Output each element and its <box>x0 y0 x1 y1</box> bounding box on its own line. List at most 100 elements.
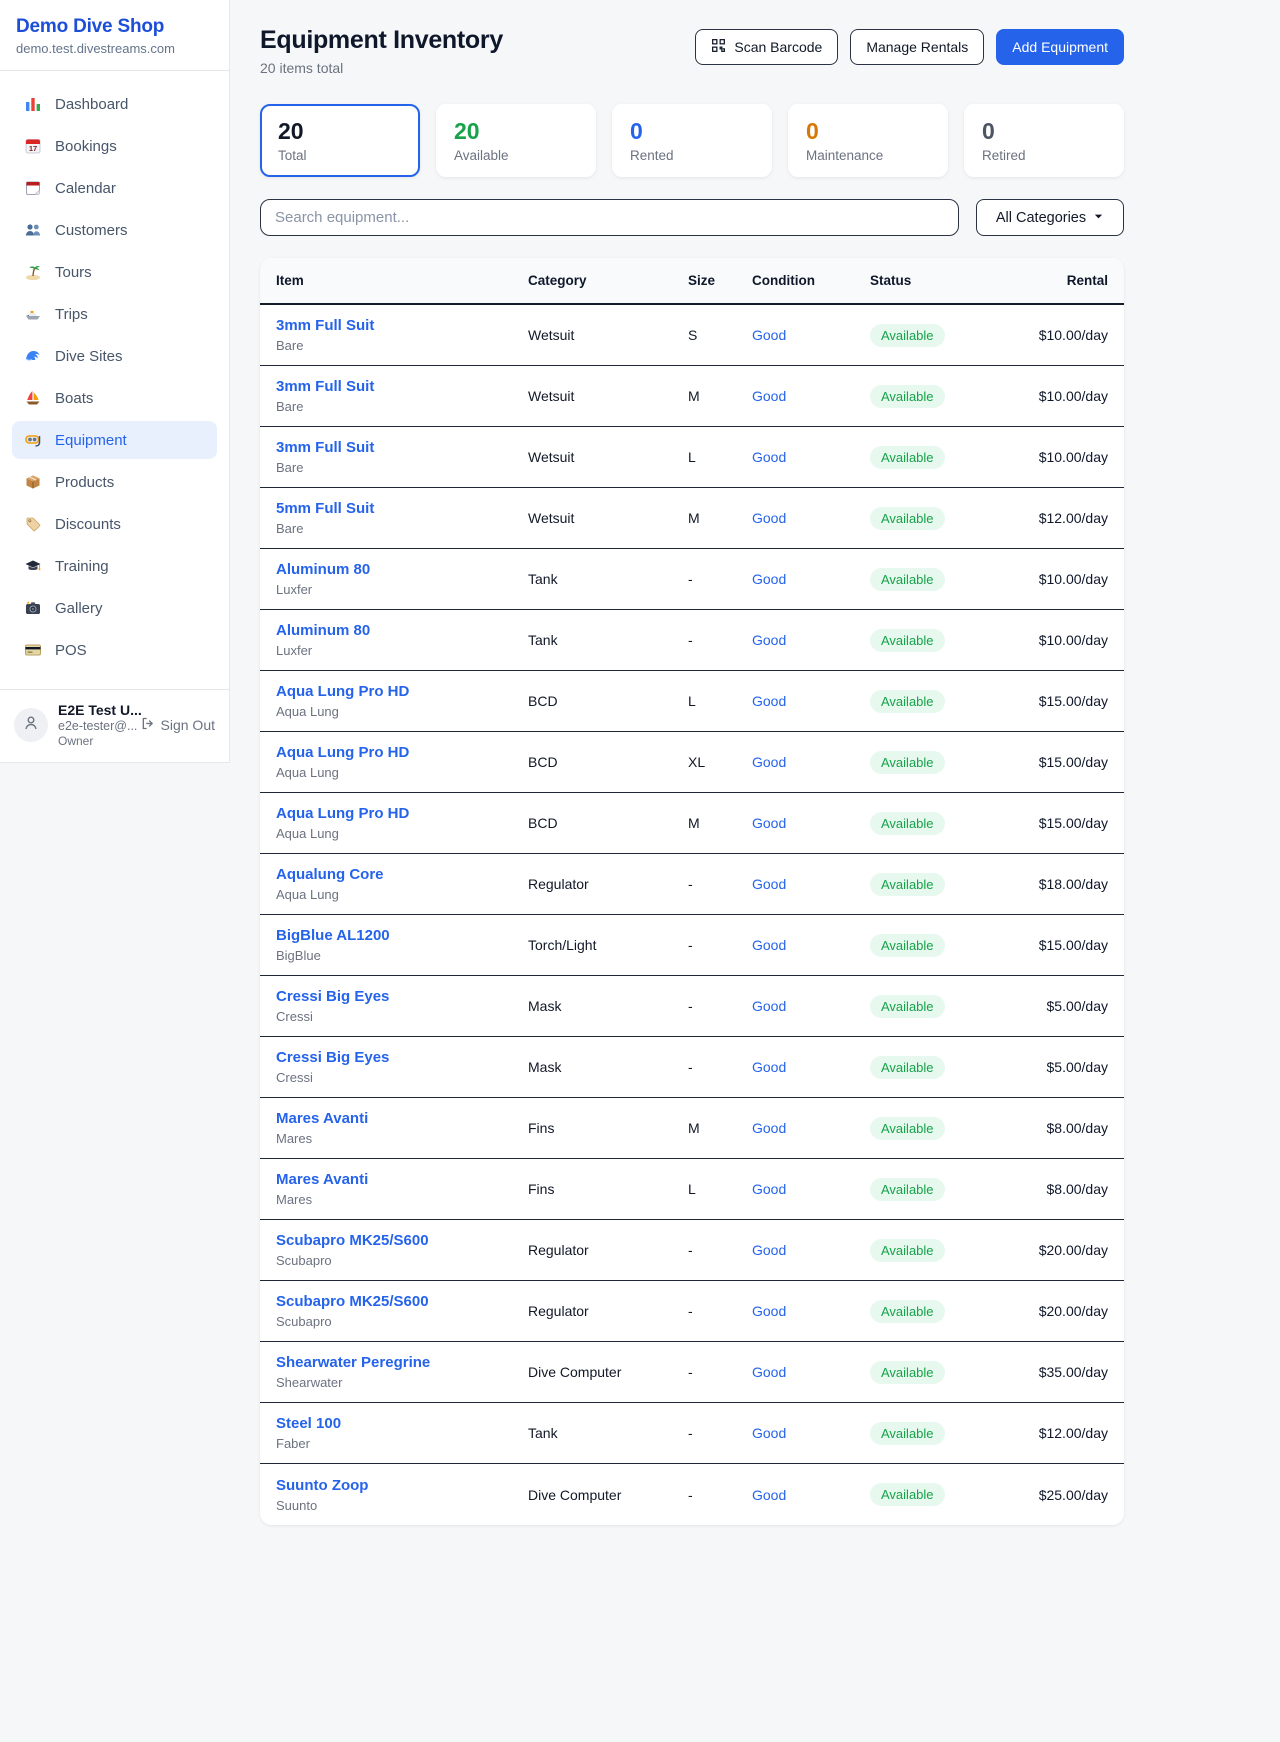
item-name-link[interactable]: 3mm Full Suit <box>276 378 528 395</box>
item-condition-link[interactable]: Good <box>752 1242 786 1258</box>
item-name-link[interactable]: Suunto Zoop <box>276 1477 528 1494</box>
table-row[interactable]: Aluminum 80 Luxfer Tank - Good Available… <box>260 549 1124 610</box>
item-condition-link[interactable]: Good <box>752 1120 786 1136</box>
sign-out-button[interactable]: Sign Out <box>140 716 215 734</box>
item-name-link[interactable]: BigBlue AL1200 <box>276 927 528 944</box>
sidebar-item-dive-sites[interactable]: Dive Sites <box>12 337 217 375</box>
item-size: - <box>688 1303 752 1319</box>
table-row[interactable]: 3mm Full Suit Bare Wetsuit L Good Availa… <box>260 427 1124 488</box>
item-condition-link[interactable]: Good <box>752 937 786 953</box>
sidebar-item-boats[interactable]: Boats <box>12 379 217 417</box>
item-name-link[interactable]: 5mm Full Suit <box>276 500 528 517</box>
table-row[interactable]: Aqualung Core Aqua Lung Regulator - Good… <box>260 854 1124 915</box>
stat-card-total[interactable]: 20Total <box>260 104 420 177</box>
table-row[interactable]: BigBlue AL1200 BigBlue Torch/Light - Goo… <box>260 915 1124 976</box>
item-name-link[interactable]: Aqua Lung Pro HD <box>276 744 528 761</box>
item-condition-link[interactable]: Good <box>752 632 786 648</box>
sidebar-item-training[interactable]: Training <box>12 547 217 585</box>
sidebar-item-trips[interactable]: Trips <box>12 295 217 333</box>
stat-card-retired[interactable]: 0Retired <box>964 104 1124 177</box>
item-name-link[interactable]: Aqua Lung Pro HD <box>276 683 528 700</box>
sidebar-item-calendar[interactable]: Calendar <box>12 169 217 207</box>
item-condition-link[interactable]: Good <box>752 1181 786 1197</box>
item-condition-link[interactable]: Good <box>752 1059 786 1075</box>
sidebar-item-gallery[interactable]: Gallery <box>12 589 217 627</box>
main-content: Equipment Inventory 20 items total Scan … <box>230 0 1280 1585</box>
category-select[interactable]: All Categories <box>976 199 1124 236</box>
table-row[interactable]: 3mm Full Suit Bare Wetsuit M Good Availa… <box>260 366 1124 427</box>
table-row[interactable]: 5mm Full Suit Bare Wetsuit M Good Availa… <box>260 488 1124 549</box>
item-rental-price: $15.00/day <box>1039 754 1108 770</box>
stat-card-maintenance[interactable]: 0Maintenance <box>788 104 948 177</box>
sidebar-nav: Dashboard 17Bookings Calendar Customers Tour… <box>0 71 229 689</box>
sidebar-item-label: Gallery <box>55 600 103 617</box>
scan-barcode-button[interactable]: Scan Barcode <box>695 29 838 65</box>
stat-card-rented[interactable]: 0Rented <box>612 104 772 177</box>
item-condition-link[interactable]: Good <box>752 327 786 343</box>
stat-card-available[interactable]: 20Available <box>436 104 596 177</box>
table-row[interactable]: Scubapro MK25/S600 Scubapro Regulator - … <box>260 1281 1124 1342</box>
item-condition-link[interactable]: Good <box>752 1303 786 1319</box>
sidebar-item-customers[interactable]: Customers <box>12 211 217 249</box>
table-row[interactable]: Steel 100 Faber Tank - Good Available $1… <box>260 1403 1124 1464</box>
table-row[interactable]: 3mm Full Suit Bare Wetsuit S Good Availa… <box>260 305 1124 366</box>
item-name-link[interactable]: Shearwater Peregrine <box>276 1354 528 1371</box>
item-name-link[interactable]: Scubapro MK25/S600 <box>276 1293 528 1310</box>
item-condition-link[interactable]: Good <box>752 449 786 465</box>
table-row[interactable]: Cressi Big Eyes Cressi Mask - Good Avail… <box>260 1037 1124 1098</box>
sidebar-item-tours[interactable]: Tours <box>12 253 217 291</box>
item-name-link[interactable]: Mares Avanti <box>276 1110 528 1127</box>
status-badge: Available <box>870 812 945 835</box>
table-row[interactable]: Mares Avanti Mares Fins L Good Available… <box>260 1159 1124 1220</box>
item-name-link[interactable]: Cressi Big Eyes <box>276 988 528 1005</box>
item-name-link[interactable]: Mares Avanti <box>276 1171 528 1188</box>
table-row[interactable]: Aqua Lung Pro HD Aqua Lung BCD XL Good A… <box>260 732 1124 793</box>
item-brand: Luxfer <box>276 582 528 597</box>
item-category: Torch/Light <box>528 937 688 953</box>
sidebar-item-equipment[interactable]: Equipment <box>12 421 217 459</box>
table-row[interactable]: Suunto Zoop Suunto Dive Computer - Good … <box>260 1464 1124 1525</box>
item-condition-link[interactable]: Good <box>752 510 786 526</box>
item-condition-link[interactable]: Good <box>752 754 786 770</box>
item-condition-link[interactable]: Good <box>752 1364 786 1380</box>
item-condition-link[interactable]: Good <box>752 815 786 831</box>
table-row[interactable]: Aqua Lung Pro HD Aqua Lung BCD L Good Av… <box>260 671 1124 732</box>
item-name-link[interactable]: 3mm Full Suit <box>276 439 528 456</box>
stat-label: Retired <box>982 148 1106 163</box>
palm-island-icon <box>24 263 42 281</box>
item-condition-link[interactable]: Good <box>752 876 786 892</box>
table-row[interactable]: Scubapro MK25/S600 Scubapro Regulator - … <box>260 1220 1124 1281</box>
item-rental-price: $15.00/day <box>1039 693 1108 709</box>
item-condition-link[interactable]: Good <box>752 998 786 1014</box>
table-row[interactable]: Shearwater Peregrine Shearwater Dive Com… <box>260 1342 1124 1403</box>
status-badge: Available <box>870 1239 945 1262</box>
table-row[interactable]: Aluminum 80 Luxfer Tank - Good Available… <box>260 610 1124 671</box>
item-name-link[interactable]: Aqualung Core <box>276 866 528 883</box>
item-name-link[interactable]: Aqua Lung Pro HD <box>276 805 528 822</box>
item-category: Wetsuit <box>528 449 688 465</box>
item-brand: Cressi <box>276 1009 528 1024</box>
item-condition-link[interactable]: Good <box>752 1425 786 1441</box>
sidebar-item-discounts[interactable]: Discounts <box>12 505 217 543</box>
item-name-link[interactable]: Aluminum 80 <box>276 561 528 578</box>
item-condition-link[interactable]: Good <box>752 388 786 404</box>
item-condition-link[interactable]: Good <box>752 1487 786 1503</box>
table-row[interactable]: Cressi Big Eyes Cressi Mask - Good Avail… <box>260 976 1124 1037</box>
sidebar-item-pos[interactable]: POS <box>12 631 217 669</box>
item-name-link[interactable]: Steel 100 <box>276 1415 528 1432</box>
item-condition-link[interactable]: Good <box>752 571 786 587</box>
sidebar-item-products[interactable]: Products <box>12 463 217 501</box>
manage-rentals-button[interactable]: Manage Rentals <box>850 29 984 65</box>
item-name-link[interactable]: Cressi Big Eyes <box>276 1049 528 1066</box>
item-name-link[interactable]: Aluminum 80 <box>276 622 528 639</box>
sidebar-item-bookings[interactable]: 17Bookings <box>12 127 217 165</box>
add-equipment-button[interactable]: Add Equipment <box>996 29 1124 65</box>
search-input[interactable] <box>260 199 959 236</box>
item-condition-link[interactable]: Good <box>752 693 786 709</box>
sidebar-item-dashboard[interactable]: Dashboard <box>12 85 217 123</box>
item-name-link[interactable]: Scubapro MK25/S600 <box>276 1232 528 1249</box>
status-badge: Available <box>870 629 945 652</box>
table-row[interactable]: Aqua Lung Pro HD Aqua Lung BCD M Good Av… <box>260 793 1124 854</box>
item-name-link[interactable]: 3mm Full Suit <box>276 317 528 334</box>
table-row[interactable]: Mares Avanti Mares Fins M Good Available… <box>260 1098 1124 1159</box>
